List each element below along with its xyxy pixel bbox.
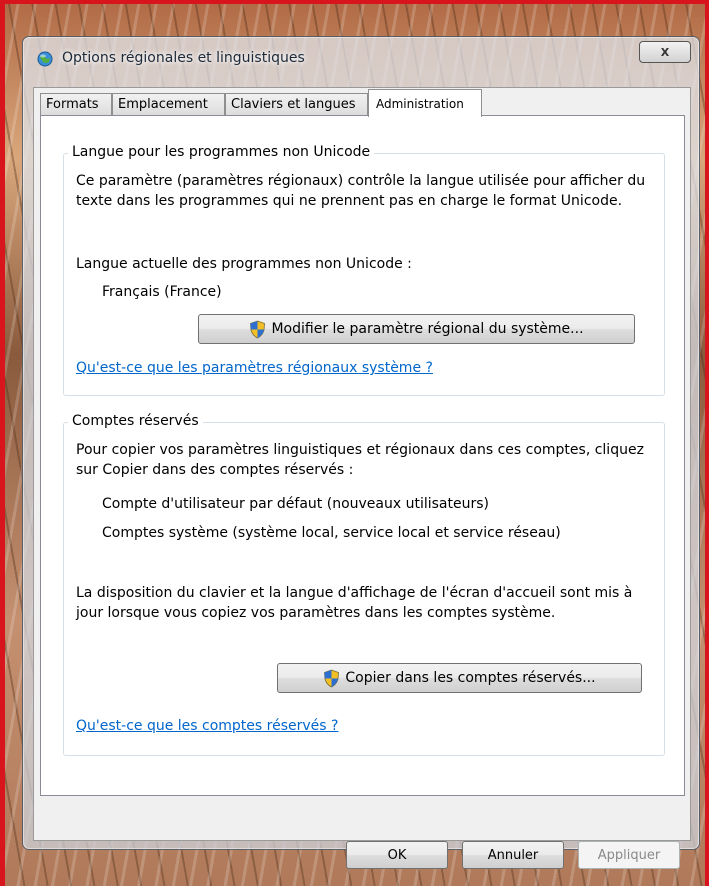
dialog-client-area: Formats Emplacement Claviers et langues … (33, 87, 691, 869)
current-language-label: Langue actuelle des programmes non Unico… (76, 256, 412, 272)
cancel-button[interactable]: Annuler (462, 841, 564, 869)
unicode-description: Ce paramètre (paramètres régionaux) cont… (76, 173, 646, 209)
current-language-value: Français (France) (102, 284, 222, 300)
copy-to-reserved-label: Copier dans les comptes réservés... (345, 670, 596, 686)
change-system-locale-button[interactable]: Modifier le paramètre régional du systèm… (198, 314, 635, 344)
account-system: Comptes système (système local, service … (102, 525, 561, 541)
reserved-note: La disposition du clavier et la langue d… (76, 585, 633, 621)
reserved-description: Pour copier vos paramètres linguistiques… (76, 442, 644, 478)
close-button[interactable]: X (639, 41, 691, 63)
tab-formats[interactable]: Formats (40, 93, 112, 115)
tab-administration[interactable]: Administration (368, 89, 482, 117)
apply-button[interactable]: Appliquer (578, 841, 680, 869)
globe-icon (37, 51, 53, 67)
uac-shield-icon (324, 669, 340, 687)
account-default-user: Compte d'utilisateur par défaut (nouveau… (102, 496, 489, 512)
uac-shield-icon (250, 320, 266, 338)
title-bar[interactable]: Options régionales et linguistiques X (23, 37, 699, 79)
group-legend-unicode: Langue pour les programmes non Unicode (68, 144, 375, 160)
copy-to-reserved-accounts-button[interactable]: Copier dans les comptes réservés... (277, 663, 642, 693)
change-system-locale-label: Modifier le paramètre régional du systèm… (271, 321, 584, 337)
group-legend-reserved: Comptes réservés (68, 413, 203, 429)
administration-panel: Langue pour les programmes non Unicode C… (40, 115, 685, 796)
close-icon: X (660, 45, 670, 59)
dialog-window: Options régionales et linguistiques X Fo… (22, 36, 700, 869)
window-title: Options régionales et linguistiques (62, 50, 305, 66)
system-locale-help-link[interactable]: Qu'est-ce que les paramètres régionaux s… (76, 360, 433, 376)
reserved-accounts-group: Comptes réservés Pour copier vos paramèt… (63, 413, 665, 756)
tab-emplacement[interactable]: Emplacement (112, 93, 225, 115)
unicode-language-group: Langue pour les programmes non Unicode C… (63, 144, 665, 396)
reserved-accounts-help-link[interactable]: Qu'est-ce que les comptes réservés ? (76, 718, 338, 734)
ok-button[interactable]: OK (346, 841, 448, 869)
tab-claviers-et-langues[interactable]: Claviers et langues (225, 93, 368, 115)
